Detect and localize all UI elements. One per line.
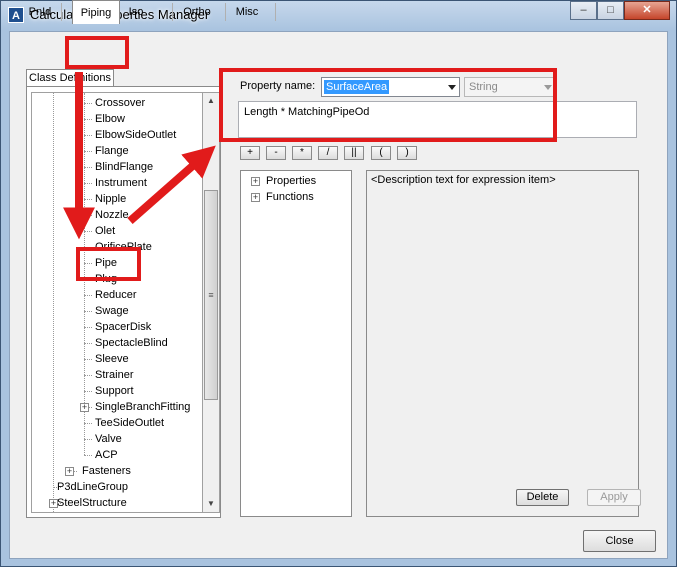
tab-separator <box>225 3 226 21</box>
tree-item-acp[interactable]: ACP <box>95 447 118 463</box>
tree-guide-line <box>84 135 92 136</box>
tree-scrollbar[interactable]: ▲ ≡ ▼ <box>203 92 220 513</box>
tree-item-olet[interactable]: Olet <box>95 223 115 239</box>
tree-item-swage[interactable]: Swage <box>95 303 129 319</box>
minimize-button[interactable]: – <box>570 1 597 20</box>
tree-item-teesideoutlet[interactable]: TeeSideOutlet <box>95 415 164 431</box>
tree-item-strainer[interactable]: Strainer <box>95 367 134 383</box>
tab-ortho[interactable]: Ortho <box>180 0 214 24</box>
highlight-box-pipe-item <box>76 247 141 281</box>
tree-guide-line <box>84 359 92 360</box>
tree-item-nipple[interactable]: Nipple <box>95 191 126 207</box>
tab-piping[interactable]: Piping <box>72 0 120 24</box>
expand-plus-icon[interactable]: + <box>65 467 74 476</box>
tree-item-blindflange[interactable]: BlindFlange <box>95 159 153 175</box>
tree-guide-line <box>84 391 92 392</box>
window-controls: – □ ✕ <box>570 1 670 21</box>
expand-plus-icon[interactable]: + <box>251 177 260 186</box>
delete-button[interactable]: Delete <box>516 489 569 506</box>
tree-item-singlebranchfitting[interactable]: SingleBranchFitting <box>95 399 190 415</box>
tree-item-steelstructure[interactable]: SteelStructure <box>57 495 127 511</box>
operator-close-paren-button[interactable]: ) <box>397 146 417 160</box>
tree-item-elbowsideoutlet[interactable]: ElbowSideOutlet <box>95 127 176 143</box>
tab-separator <box>275 3 276 21</box>
tree-item-instrument[interactable]: Instrument <box>95 175 147 191</box>
tree-guide-line <box>84 439 92 440</box>
scroll-down-arrow-icon[interactable]: ▼ <box>203 496 219 512</box>
tree-item-crossover[interactable]: Crossover <box>95 95 145 111</box>
apply-button[interactable]: Apply <box>587 489 641 506</box>
tree-item-nozzle[interactable]: Nozzle <box>95 207 129 223</box>
tree-guide-line <box>84 295 92 296</box>
tree-item-functions[interactable]: Functions <box>266 189 314 205</box>
tab-misc[interactable]: Misc <box>233 0 261 24</box>
tree-guide-line <box>84 199 92 200</box>
operator-multiply-button[interactable]: * <box>292 146 312 160</box>
tree-guide-line <box>84 343 92 344</box>
description-panel: <Description text for expression item> <box>366 170 639 517</box>
tree-guide-line <box>84 423 92 424</box>
tree-guide-line <box>84 151 92 152</box>
tree-item-reducer[interactable]: Reducer <box>95 287 137 303</box>
tree-item-p3dlinegroup[interactable]: P3dLineGroup <box>57 479 128 495</box>
highlight-box-property-area <box>219 68 557 142</box>
highlight-box-piping-tab <box>65 36 129 69</box>
tree-item-properties[interactable]: Properties <box>266 173 316 189</box>
expand-plus-icon[interactable]: + <box>251 193 260 202</box>
tree-guide-line <box>84 103 92 104</box>
operator-concat-button[interactable]: || <box>344 146 364 160</box>
tree-item-flange[interactable]: Flange <box>95 143 129 159</box>
tab-separator <box>61 3 62 21</box>
tree-guide-line <box>84 455 92 456</box>
class-tree[interactable]: Crossover Elbow ElbowSideOutlet Flange Blind… <box>31 92 203 513</box>
tree-guide-line <box>84 327 92 328</box>
tree-guide-line <box>53 93 54 512</box>
tree-guide-line <box>84 183 92 184</box>
operator-open-paren-button[interactable]: ( <box>371 146 391 160</box>
tree-guide-line <box>84 215 92 216</box>
operator-divide-button[interactable]: / <box>318 146 338 160</box>
tree-item-spacerdisk[interactable]: SpacerDisk <box>95 319 151 335</box>
tree-item-sleeve[interactable]: Sleeve <box>95 351 129 367</box>
tree-item-valve[interactable]: Valve <box>95 431 122 447</box>
tree-guide-line <box>84 231 92 232</box>
tree-guide-line <box>84 167 92 168</box>
tree-guide-line <box>84 119 92 120</box>
close-window-button[interactable]: ✕ <box>624 1 670 20</box>
tab-pnid[interactable]: PnId <box>28 0 52 24</box>
scroll-up-arrow-icon[interactable]: ▲ <box>203 93 219 109</box>
scroll-thumb[interactable]: ≡ <box>204 190 218 400</box>
tree-guide-line <box>84 375 92 376</box>
operator-minus-button[interactable]: - <box>266 146 286 160</box>
tab-iso[interactable]: Iso <box>124 0 148 24</box>
tab-separator <box>172 3 173 21</box>
tab-class-definitions[interactable]: Class Definitions <box>26 69 114 87</box>
operator-plus-button[interactable]: + <box>240 146 260 160</box>
tree-item-fasteners[interactable]: Fasteners <box>82 463 131 479</box>
close-button[interactable]: Close <box>583 530 656 552</box>
expression-items-tree[interactable]: + Properties + Functions <box>240 170 352 517</box>
autocad-app-icon: A <box>8 7 24 23</box>
tree-item-elbow[interactable]: Elbow <box>95 111 125 127</box>
tree-guide-line <box>84 311 92 312</box>
tree-item-support[interactable]: Support <box>95 383 134 399</box>
maximize-button[interactable]: □ <box>597 1 624 20</box>
tree-item-spectacleblind[interactable]: SpectacleBlind <box>95 335 168 351</box>
expand-plus-icon[interactable]: + <box>80 403 89 412</box>
